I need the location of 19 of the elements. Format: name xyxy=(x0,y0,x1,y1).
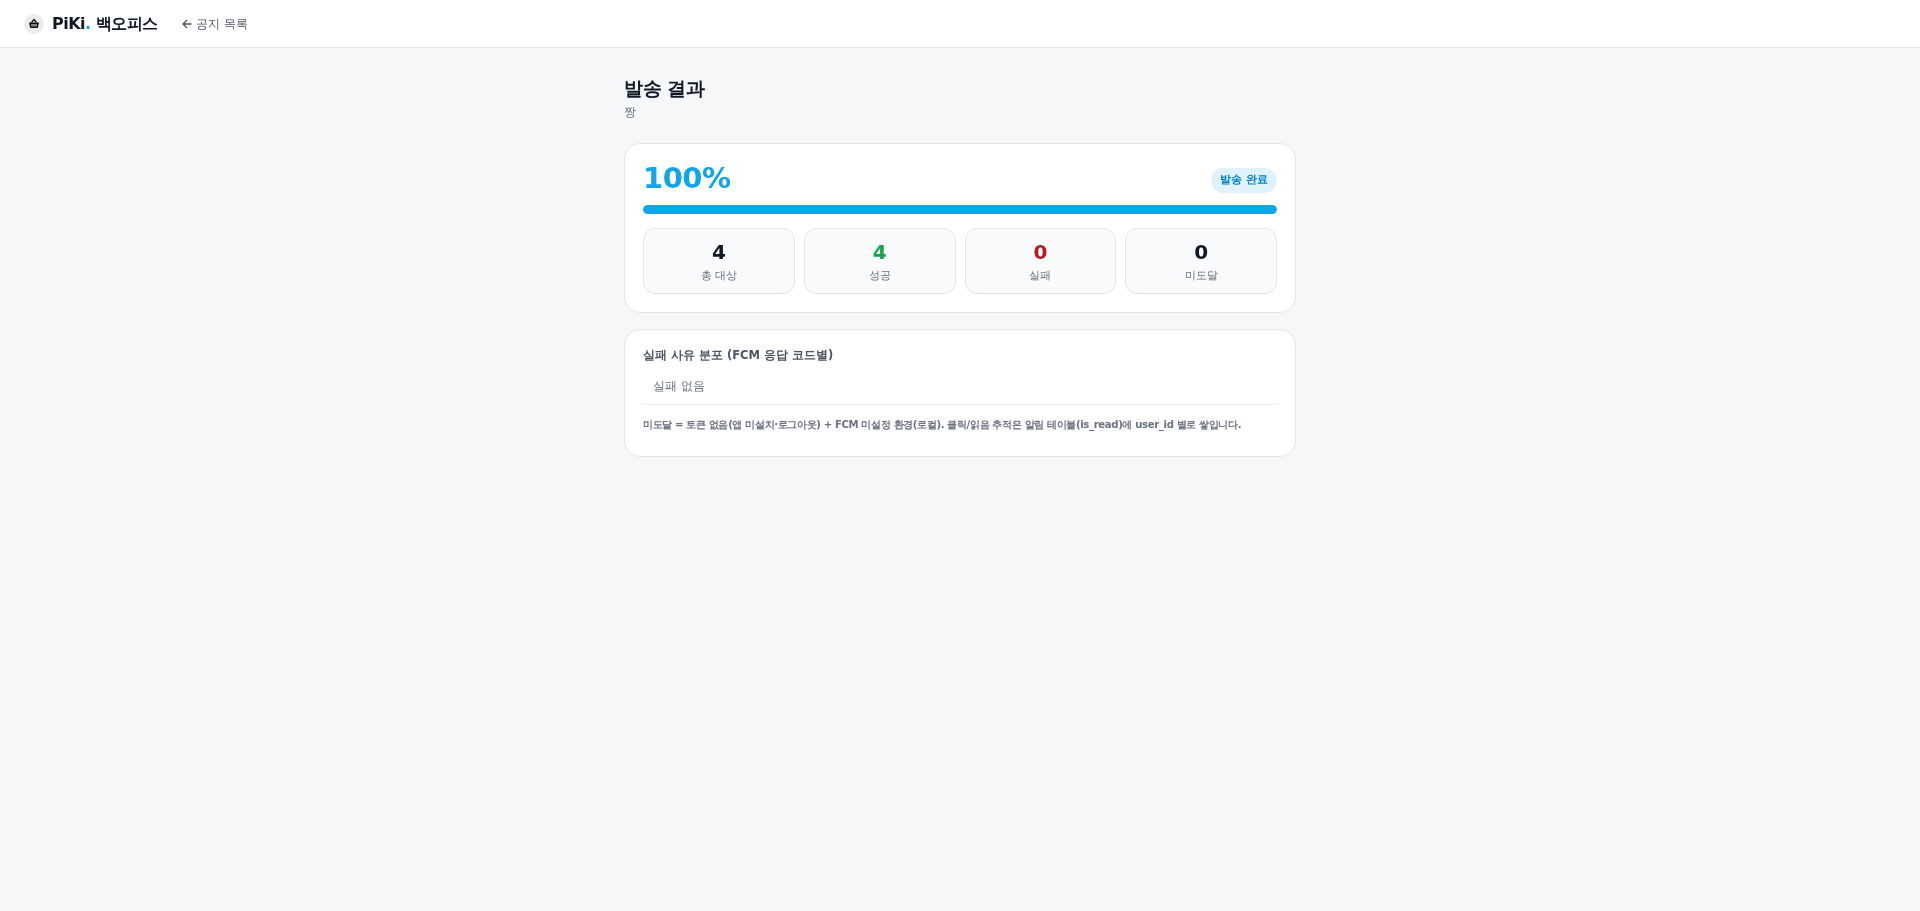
footnote-text: 미도달 = 토큰 없음(앱 미설치·로그아웃) + FCM 미설정 환경(로컬). 클릭/읽음 추적은 알림 테이블(is_read)에 user_id 별로 쌓입니다. xyxy=(643,417,1243,433)
stat-label: 실패 xyxy=(1028,267,1053,283)
back-link[interactable]: 공지 목록 xyxy=(181,14,248,33)
page-title: 발송 결과 xyxy=(624,76,706,101)
empty-message: 실패 없음 xyxy=(652,377,706,395)
status-badge: 발송 완료 xyxy=(1211,168,1277,193)
stat-value: 4 xyxy=(871,240,888,263)
stat-label: 성공 xyxy=(867,267,892,283)
stat-value: 0 xyxy=(1032,240,1049,263)
basket-logo-icon xyxy=(24,13,44,34)
card-title: 실패 사유 분포 (FCM 응답 코드별) xyxy=(643,347,835,365)
stat-label: 미도달 xyxy=(1183,267,1219,283)
stat-value: 4 xyxy=(710,240,727,263)
brand-name: PiKi. 백오피스 xyxy=(52,12,158,35)
progress-percentage: 100% xyxy=(643,163,731,193)
arrow-left-icon xyxy=(181,18,192,29)
stat-label: 총 대상 xyxy=(699,267,739,283)
stat-value: 0 xyxy=(1193,240,1210,263)
page-subtitle: 짱 xyxy=(624,103,637,121)
